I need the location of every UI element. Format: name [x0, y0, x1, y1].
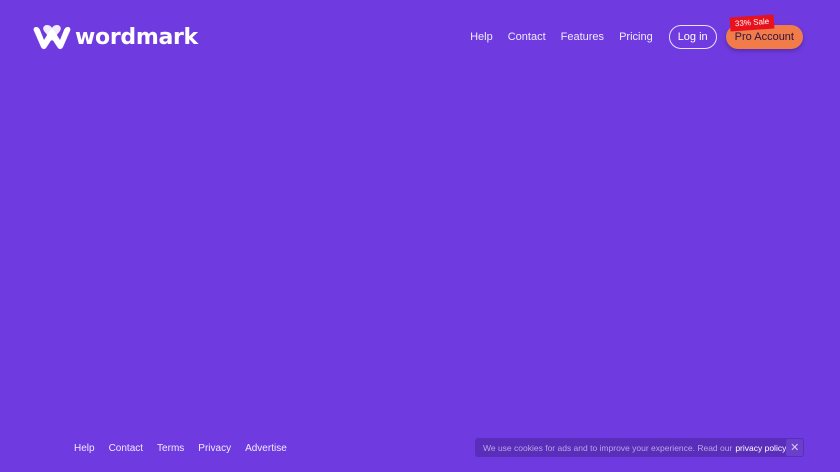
logo-link[interactable]: wordmark — [33, 22, 198, 52]
main-nav: Help Contact Features Pricing Log in Pro… — [470, 14, 803, 49]
pro-account-wrapper: Pro Account 33% Sale — [725, 14, 803, 49]
brand-name: wordmark — [75, 24, 198, 50]
nav-help[interactable]: Help — [470, 31, 493, 43]
login-button[interactable]: Log in — [668, 25, 717, 49]
footer-terms[interactable]: Terms — [157, 443, 184, 454]
site-header: wordmark Help Contact Features Pricing L… — [0, 0, 840, 74]
cookie-banner: We use cookies for ads and to improve yo… — [475, 438, 804, 457]
footer-contact[interactable]: Contact — [109, 443, 143, 454]
cookie-message: We use cookies for ads and to improve yo… — [483, 442, 733, 453]
privacy-policy-link[interactable]: privacy policy — [735, 443, 786, 453]
footer-help[interactable]: Help — [74, 443, 95, 454]
footer-privacy[interactable]: Privacy — [198, 443, 231, 454]
footer-advertise[interactable]: Advertise — [245, 443, 287, 454]
wordmark-logo-icon — [33, 25, 71, 50]
site-footer: Help Contact Terms Privacy Advertise — [74, 441, 301, 455]
nav-pricing[interactable]: Pricing — [619, 31, 653, 43]
nav-features[interactable]: Features — [561, 31, 604, 43]
nav-contact[interactable]: Contact — [508, 31, 546, 43]
close-icon[interactable]: ✕ — [786, 439, 803, 456]
